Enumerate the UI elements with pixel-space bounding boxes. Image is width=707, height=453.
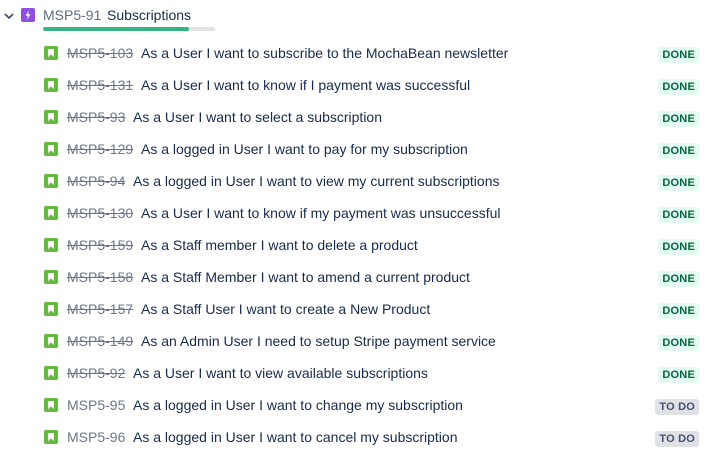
issue-key[interactable]: MSP5-95 [67, 397, 125, 413]
issue-summary[interactable]: As a User I want to view available subsc… [133, 365, 428, 381]
story-bookmark-icon [44, 366, 58, 380]
status-badge[interactable]: DONE [658, 47, 699, 63]
issue-summary[interactable]: As an Admin User I need to setup Stripe … [141, 333, 496, 349]
issue-key[interactable]: MSP5-93 [67, 109, 125, 125]
epic-key[interactable]: MSP5-91 [43, 7, 101, 23]
issue-summary[interactable]: As a logged in User I want to pay for my… [141, 141, 468, 157]
status-badge[interactable]: DONE [658, 207, 699, 223]
issue-row[interactable]: MSP5-157 As a Staff User I want to create… [0, 293, 707, 325]
status-badge[interactable]: DONE [658, 143, 699, 159]
story-bookmark-icon [44, 270, 58, 284]
issue-list: MSP5-103 As a User I want to subscribe to… [0, 37, 707, 453]
issue-key[interactable]: MSP5-94 [67, 173, 125, 189]
issue-key[interactable]: MSP5-159 [67, 237, 133, 253]
status-badge[interactable]: TO DO [655, 431, 699, 447]
issue-key[interactable]: MSP5-129 [67, 141, 133, 157]
chevron-down-icon[interactable] [3, 9, 15, 21]
issue-summary[interactable]: As a logged in User I want to view my cu… [133, 173, 500, 189]
story-bookmark-icon [44, 174, 58, 188]
status-badge[interactable]: DONE [658, 335, 699, 351]
status-badge[interactable]: DONE [658, 303, 699, 319]
issue-row[interactable]: MSP5-158 As a Staff Member I want to amen… [0, 261, 707, 293]
issue-summary[interactable]: As a User I want to know if my payment w… [141, 205, 500, 221]
issue-row[interactable]: MSP5-92 As a User I want to view availabl… [0, 357, 707, 389]
issue-row[interactable]: MSP5-149 As an Admin User I need to setup… [0, 325, 707, 357]
status-badge[interactable]: DONE [658, 367, 699, 383]
issue-row[interactable]: MSP5-131 As a User I want to know if I pa… [0, 69, 707, 101]
status-badge[interactable]: DONE [658, 271, 699, 287]
issue-key[interactable]: MSP5-157 [67, 301, 133, 317]
story-bookmark-icon [44, 142, 58, 156]
issue-summary[interactable]: As a User I want to select a subscriptio… [133, 109, 382, 125]
epic-title[interactable]: Subscriptions [107, 7, 191, 23]
story-bookmark-icon [44, 206, 58, 220]
issue-key[interactable]: MSP5-131 [67, 77, 133, 93]
issue-row[interactable]: MSP5-103 As a User I want to subscribe to… [0, 37, 707, 69]
issue-row[interactable]: MSP5-96 As a logged in User I want to can… [0, 421, 707, 453]
story-bookmark-icon [44, 110, 58, 124]
status-badge[interactable]: TO DO [655, 399, 699, 415]
epic-progress-bar [43, 27, 215, 31]
status-badge[interactable]: DONE [658, 175, 699, 191]
issue-row[interactable]: MSP5-93 As a User I want to select a subs… [0, 101, 707, 133]
story-bookmark-icon [44, 238, 58, 252]
story-bookmark-icon [44, 46, 58, 60]
issue-summary[interactable]: As a Staff User I want to create a New P… [141, 301, 430, 317]
issue-summary[interactable]: As a User I want to subscribe to the Moc… [141, 45, 508, 61]
issue-key[interactable]: MSP5-96 [67, 429, 125, 445]
issue-key[interactable]: MSP5-92 [67, 365, 125, 381]
issue-row[interactable]: MSP5-129 As a logged in User I want to pa… [0, 133, 707, 165]
issue-key[interactable]: MSP5-158 [67, 269, 133, 285]
issue-key[interactable]: MSP5-130 [67, 205, 133, 221]
issue-summary[interactable]: As a Staff Member I want to amend a curr… [141, 269, 470, 285]
issue-row[interactable]: MSP5-130 As a User I want to know if my p… [0, 197, 707, 229]
story-bookmark-icon [44, 398, 58, 412]
issue-row[interactable]: MSP5-95 As a logged in User I want to cha… [0, 389, 707, 421]
issue-summary[interactable]: As a Staff member I want to delete a pro… [141, 237, 418, 253]
issue-summary[interactable]: As a User I want to know if I payment wa… [141, 77, 470, 93]
story-bookmark-icon [44, 302, 58, 316]
status-badge[interactable]: DONE [658, 111, 699, 127]
story-bookmark-icon [44, 430, 58, 444]
issue-key[interactable]: MSP5-103 [67, 45, 133, 61]
issue-summary[interactable]: As a logged in User I want to change my … [133, 397, 463, 413]
epic-row[interactable]: MSP5-91 Subscriptions [0, 0, 707, 32]
status-badge[interactable]: DONE [658, 239, 699, 255]
status-badge[interactable]: DONE [658, 79, 699, 95]
story-bookmark-icon [44, 78, 58, 92]
issue-summary[interactable]: As a logged in User I want to cancel my … [133, 429, 458, 445]
story-bookmark-icon [44, 334, 58, 348]
issue-key[interactable]: MSP5-149 [67, 333, 133, 349]
issue-row[interactable]: MSP5-94 As a logged in User I want to vie… [0, 165, 707, 197]
epic-lightning-icon [21, 8, 35, 22]
epic-progress-fill [43, 27, 190, 31]
issue-row[interactable]: MSP5-159 As a Staff member I want to dele… [0, 229, 707, 261]
